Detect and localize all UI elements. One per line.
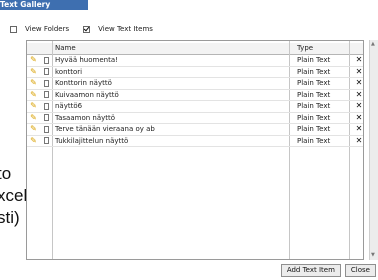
text-document-icon bbox=[43, 124, 50, 135]
row-name[interactable]: Tukkilajittelun näyttö bbox=[55, 136, 305, 147]
row-type: Plain Text bbox=[297, 102, 331, 110]
row-name[interactable]: Konttorin näyttö bbox=[55, 78, 305, 89]
type-column-header[interactable]: Type bbox=[297, 43, 313, 54]
row-name[interactable]: konttori bbox=[55, 67, 305, 78]
text-document-icon bbox=[43, 113, 50, 124]
name-column-header[interactable]: Name bbox=[55, 43, 76, 54]
delete-icon[interactable]: ✕ bbox=[355, 101, 363, 112]
delete-icon[interactable]: ✕ bbox=[355, 124, 363, 135]
delete-icon[interactable]: ✕ bbox=[355, 55, 363, 66]
edit-pencil-icon[interactable]: ✎ bbox=[29, 113, 38, 124]
dialog-buttons: Add Text Item Close bbox=[280, 264, 376, 277]
row-name[interactable]: Kuivaamon näyttö bbox=[55, 90, 305, 101]
table-row[interactable]: ✎ Hyvää huomenta! Plain Text ✕ bbox=[27, 55, 363, 67]
edit-pencil-icon[interactable]: ✎ bbox=[29, 90, 38, 101]
scroll-down-arrow-icon[interactable]: ▼ bbox=[371, 252, 375, 258]
table-row[interactable]: ✎ Tukkilajittelun näyttö Plain Text ✕ bbox=[27, 136, 363, 147]
edit-pencil-icon[interactable]: ✎ bbox=[29, 136, 38, 147]
row-name[interactable]: näyttö6 bbox=[55, 101, 305, 112]
row-name[interactable]: Hyvää huomenta! bbox=[55, 55, 305, 66]
add-text-item-button[interactable]: Add Text Item bbox=[280, 264, 341, 277]
edit-pencil-icon[interactable]: ✎ bbox=[29, 55, 38, 66]
table-scrollbar[interactable]: ▲ ▼ bbox=[369, 40, 378, 260]
delete-icon[interactable]: ✕ bbox=[355, 113, 363, 124]
row-type: Plain Text bbox=[297, 113, 331, 122]
table-row[interactable]: ✎ Konttorin näyttö Plain Text ✕ bbox=[27, 78, 363, 90]
table-row[interactable]: ✎ Tasaamon näyttö Plain Text ✕ bbox=[27, 113, 363, 124]
row-type: Plain Text bbox=[297, 67, 331, 76]
table-row[interactable]: ✎ Terve tänään vieraana oy ab Plain Text ✕ bbox=[27, 124, 363, 136]
text-document-icon bbox=[43, 101, 50, 112]
view-folders-option[interactable]: View Folders bbox=[10, 25, 69, 33]
delete-icon[interactable]: ✕ bbox=[355, 78, 363, 89]
close-button[interactable]: Close bbox=[344, 264, 376, 277]
edit-pencil-icon[interactable]: ✎ bbox=[29, 101, 38, 112]
text-document-icon bbox=[43, 136, 50, 147]
delete-icon[interactable]: ✕ bbox=[355, 67, 363, 78]
text-document-icon bbox=[43, 55, 50, 66]
text-document-icon bbox=[43, 67, 50, 78]
row-type: Plain Text bbox=[297, 79, 331, 87]
view-folders-label: View Folders bbox=[25, 25, 70, 33]
table-row[interactable]: ✎ näyttö6 Plain Text ✕ bbox=[27, 101, 363, 113]
row-name[interactable]: Terve tänään vieraana oy ab bbox=[55, 124, 305, 135]
edit-pencil-icon[interactable]: ✎ bbox=[29, 67, 38, 78]
text-document-icon bbox=[43, 90, 50, 101]
view-options: View Folders View Text Items bbox=[10, 24, 167, 34]
edit-pencil-icon[interactable]: ✎ bbox=[29, 78, 38, 89]
delete-icon[interactable]: ✕ bbox=[355, 136, 363, 147]
row-type: Plain Text bbox=[297, 136, 331, 145]
row-name[interactable]: Tasaamon näyttö bbox=[55, 113, 305, 124]
dialog-titlebar: Text Gallery bbox=[0, 0, 88, 10]
scroll-up-arrow-icon[interactable]: ▲ bbox=[371, 41, 375, 47]
row-type: Plain Text bbox=[297, 90, 331, 99]
table-rows: ✎ Hyvää huomenta! Plain Text ✕ ✎ konttori Plai… bbox=[27, 55, 363, 147]
text-items-table: Name Type ✎ Hyvää huomenta! Plain Text ✕ ✎ ko… bbox=[26, 40, 364, 260]
view-text-items-checkbox[interactable] bbox=[83, 25, 91, 33]
text-gallery-dialog: Text Gallery View Folders View Text Item… bbox=[0, 0, 378, 280]
edit-pencil-icon[interactable]: ✎ bbox=[29, 124, 38, 135]
text-document-icon bbox=[43, 78, 50, 89]
table-row[interactable]: ✎ Kuivaamon näyttö Plain Text ✕ bbox=[27, 90, 363, 101]
row-type: Plain Text bbox=[297, 125, 331, 133]
table-row[interactable]: ✎ konttori Plain Text ✕ bbox=[27, 67, 363, 78]
delete-icon[interactable]: ✕ bbox=[355, 90, 363, 101]
view-folders-checkbox[interactable] bbox=[10, 25, 17, 33]
view-text-items-label: View Text Items bbox=[98, 25, 153, 33]
view-text-items-option[interactable]: View Text Items bbox=[83, 25, 153, 33]
row-type: Plain Text bbox=[297, 56, 331, 64]
table-header: Name Type bbox=[27, 43, 363, 55]
